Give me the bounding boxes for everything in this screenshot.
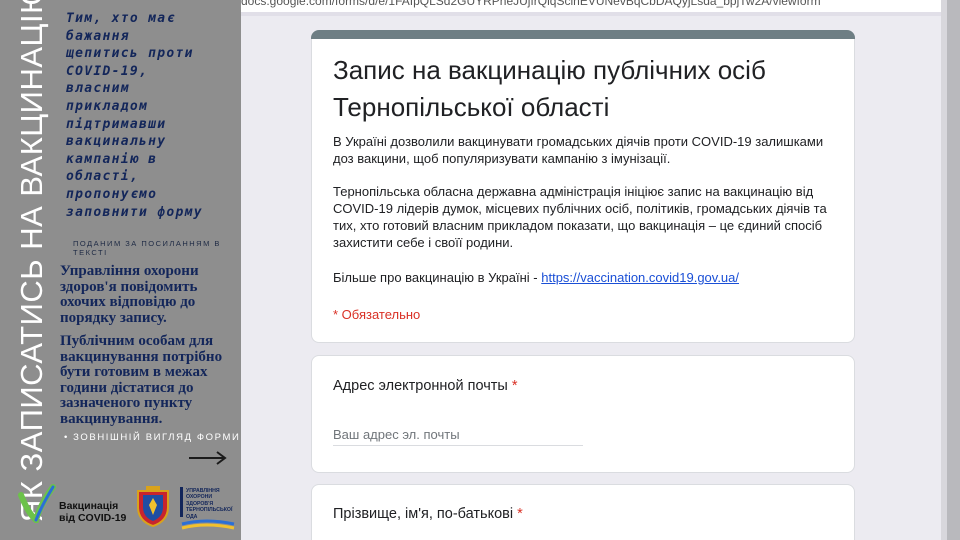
- health-department-logo-text: УПРАВЛІННЯ ОХОРОНИ ЗДОРОВ'Я ТЕРНОПІЛЬСЬК…: [186, 488, 233, 520]
- required-note: * Обязательно: [333, 307, 421, 322]
- link-note: ПОДАНИМ ЗА ПОСИЛАННЯМ В ТЕКСТІ: [73, 239, 221, 257]
- vaccination-logo-text: Вакцинація від COVID-19: [59, 500, 127, 524]
- form-description-2: Тернопільська обласна державна адміністр…: [333, 184, 827, 250]
- page-top-edge: [241, 12, 960, 16]
- browser-window: docs.google.com/forms/d/e/1FAIpQLSd2GUYR…: [241, 0, 960, 540]
- required-asterisk: *: [517, 506, 523, 522]
- coat-of-arms-icon: [137, 486, 169, 527]
- form-description-3: Більше про вакцинацію в Україні - https:…: [333, 269, 843, 286]
- full-name-label-text: Прізвище, ім'я, по-батькові: [333, 506, 514, 522]
- form-description-1: В Україні дозволили вакцинувати громадсь…: [333, 134, 824, 166]
- full-name-question-label: Прізвище, ім'я, по-батькові *: [333, 506, 523, 522]
- form-header-card: Запис на вакцинацію публічних осіб Терно…: [311, 30, 855, 343]
- more-info-prefix: Більше про вакцинацію в Україні -: [333, 270, 542, 285]
- scrollbar-track: [941, 0, 947, 540]
- full-name-question-card: Прізвище, ім'я, по-батькові *: [311, 484, 855, 540]
- email-label-text: Адрес электронной почты: [333, 378, 508, 394]
- vaccination-check-icon: [18, 484, 56, 526]
- email-input[interactable]: [333, 423, 583, 446]
- right-arrow-icon: [189, 451, 227, 465]
- email-question-card: Адрес электронной почты *: [311, 355, 855, 473]
- intro-text: Тим, хто має бажання щепитись проти COVI…: [66, 11, 203, 220]
- email-question-label: Адрес электронной почты *: [333, 378, 518, 394]
- health-department-logo: УПРАВЛІННЯ ОХОРОНИ ЗДОРОВ'Я ТЕРНОПІЛЬСЬК…: [178, 484, 236, 532]
- required-asterisk: *: [511, 378, 518, 394]
- browser-scrollbar[interactable]: [941, 0, 960, 540]
- vertical-title: ЯК ЗАПИСАТИСЬ НА ВАКЦИНАЦІЮ?: [14, 0, 49, 522]
- info-paragraph-1: Управління охорони здоров'я повідомить о…: [60, 263, 199, 326]
- form-title: Запис на вакцинацію публічних осіб Терно…: [333, 55, 766, 122]
- vaccination-site-link[interactable]: https://vaccination.covid19.gov.ua/: [541, 270, 739, 285]
- side-info-panel: ЯК ЗАПИСАТИСЬ НА ВАКЦИНАЦІЮ? Тим, хто ма…: [0, 0, 241, 540]
- vaccination-logo: Вакцинація від COVID-19: [18, 483, 130, 526]
- form-header-accent-bar: [311, 30, 855, 39]
- form-look-caption: • ЗОВНІШНІЙ ВИГЛЯД ФОРМИ: [64, 432, 241, 443]
- info-paragraph-2: Публічним особам для вакцинування потріб…: [60, 333, 223, 427]
- url-text: docs.google.com/forms/d/e/1FAIpQLSd2GUYR…: [241, 0, 821, 8]
